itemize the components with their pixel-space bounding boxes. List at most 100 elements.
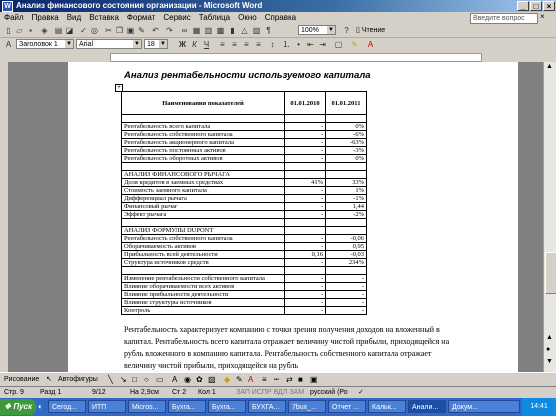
arrow-style-icon[interactable]: ⇄: [286, 373, 293, 387]
menu-view[interactable]: Вид: [63, 12, 85, 24]
task-button[interactable]: Бухга...: [208, 400, 246, 413]
print-icon[interactable]: ▤: [54, 26, 63, 35]
clipart-icon[interactable]: ✿: [196, 373, 203, 387]
task-button[interactable]: Сегод...: [48, 400, 86, 413]
help-icon[interactable]: ?: [342, 26, 351, 35]
menu-table[interactable]: Таблица: [195, 12, 234, 24]
vertical-scrollbar[interactable]: ▲ ▲ ● ▼: [543, 62, 556, 372]
redo-icon[interactable]: ↷: [165, 26, 174, 35]
document-map-icon[interactable]: ▧: [252, 26, 261, 35]
format-painter-icon[interactable]: ✎: [137, 26, 146, 35]
wordart-icon[interactable]: A: [172, 373, 177, 387]
line-icon[interactable]: ╲: [108, 373, 113, 387]
start-button[interactable]: ❖ Пуск: [0, 399, 36, 415]
draw-menu[interactable]: Рисование: [4, 373, 39, 387]
menu-window[interactable]: Окно: [234, 12, 261, 24]
task-button[interactable]: Бухга...: [168, 400, 206, 413]
line-spacing-icon[interactable]: ↕: [268, 40, 277, 49]
tables-borders-icon[interactable]: ▦: [192, 26, 201, 35]
increase-indent-icon[interactable]: ⇥: [318, 40, 327, 49]
scroll-thumb[interactable]: [545, 252, 556, 294]
open-icon[interactable]: ▱: [15, 26, 24, 35]
underline-icon[interactable]: Ч: [202, 40, 211, 49]
borders-icon[interactable]: ▢: [334, 40, 343, 49]
task-button[interactable]: Докум...: [448, 400, 520, 413]
task-button[interactable]: Micros...: [128, 400, 166, 413]
shadow-icon[interactable]: ■: [298, 373, 303, 387]
align-left-icon[interactable]: ≡: [218, 40, 227, 49]
line-color-icon[interactable]: ✎: [236, 373, 243, 387]
decrease-indent-icon[interactable]: ⇤: [306, 40, 315, 49]
undo-icon[interactable]: ↶: [151, 26, 160, 35]
justify-icon[interactable]: ≡: [254, 40, 263, 49]
font-size-select[interactable]: 18 ▼: [144, 39, 168, 49]
align-right-icon[interactable]: ≡: [242, 40, 251, 49]
font-color-icon[interactable]: A: [248, 373, 253, 387]
styles-pane-icon[interactable]: A: [4, 40, 13, 49]
vertical-ruler[interactable]: [0, 62, 8, 372]
italic-icon[interactable]: К: [190, 40, 199, 49]
task-button[interactable]: ИТП: [88, 400, 126, 413]
align-center-icon[interactable]: ≡: [230, 40, 239, 49]
permission-icon[interactable]: ◈: [40, 26, 49, 35]
task-button[interactable]: БУХГА...: [248, 400, 286, 413]
menu-insert[interactable]: Вставка: [85, 12, 123, 24]
menu-file[interactable]: Файл: [0, 12, 28, 24]
menu-tools[interactable]: Сервис: [159, 12, 194, 24]
highlight-icon[interactable]: ✎: [350, 40, 359, 49]
minimize-button[interactable]: _: [517, 1, 529, 11]
paste-icon[interactable]: ▣: [126, 26, 135, 35]
hyperlink-icon[interactable]: ∞: [180, 26, 189, 35]
menu-format[interactable]: Формат: [123, 12, 159, 24]
dash-style-icon[interactable]: ┅: [274, 373, 279, 387]
fill-color-icon[interactable]: ◆: [224, 373, 230, 387]
save-icon[interactable]: ▪: [26, 26, 35, 35]
next-page-icon[interactable]: ▼: [546, 358, 553, 365]
textbox-icon[interactable]: ▭: [156, 373, 164, 387]
bullets-icon[interactable]: •: [294, 40, 303, 49]
oval-icon[interactable]: ○: [144, 373, 149, 387]
numbering-icon[interactable]: ⒈: [282, 40, 291, 49]
clock[interactable]: 14:41: [530, 403, 548, 410]
columns-icon[interactable]: ▮: [228, 26, 237, 35]
font-select[interactable]: Arial ▼: [76, 39, 142, 49]
select-objects-icon[interactable]: ↖: [46, 373, 52, 387]
close-button[interactable]: ×: [543, 1, 555, 11]
line-style-icon[interactable]: ≡: [262, 373, 267, 387]
preview-icon[interactable]: ◪: [65, 26, 74, 35]
show-hide-icon[interactable]: ¶: [264, 26, 273, 35]
document-page[interactable]: Анализ рентабельности используемого капи…: [68, 62, 518, 372]
scroll-up-icon[interactable]: ▲: [546, 63, 553, 70]
style-select[interactable]: Заголовок 1 ▼: [16, 39, 74, 49]
help-search-input[interactable]: Введите вопрос: [470, 13, 538, 24]
cut-icon[interactable]: ✂: [104, 26, 113, 35]
task-button[interactable]: Кальк...: [368, 400, 406, 413]
zoom-select[interactable]: 100% ▼: [298, 25, 336, 35]
research-icon[interactable]: ◎: [90, 26, 99, 35]
copy-icon[interactable]: ❐: [115, 26, 124, 35]
arrow-icon[interactable]: ↘: [120, 373, 127, 387]
menu-edit[interactable]: Правка: [28, 12, 63, 24]
task-button[interactable]: Отчет ...: [328, 400, 366, 413]
insert-table-icon[interactable]: ▥: [204, 26, 213, 35]
autoshapes-menu[interactable]: Автофигуры: [58, 373, 98, 387]
rectangle-icon[interactable]: □: [132, 373, 137, 387]
maximize-button[interactable]: □: [530, 1, 542, 11]
spelling-icon[interactable]: ✓: [79, 26, 88, 35]
browse-object-icon[interactable]: ●: [546, 346, 550, 353]
horizontal-ruler[interactable]: [0, 51, 556, 62]
bold-icon[interactable]: Ж: [178, 40, 187, 49]
insert-excel-icon[interactable]: ▩: [216, 26, 225, 35]
diagram-icon[interactable]: ◉: [184, 373, 191, 387]
menu-help[interactable]: Справка: [261, 12, 300, 24]
reading-button[interactable]: ▯ Чтение: [356, 25, 385, 36]
task-button-active[interactable]: Анали...: [408, 400, 446, 413]
picture-icon[interactable]: ▨: [208, 373, 216, 387]
quicklaunch-icon[interactable]: ◐: [38, 402, 43, 411]
font-color-icon[interactable]: A: [366, 40, 375, 49]
new-doc-icon[interactable]: ▯: [4, 26, 13, 35]
close-doc-icon[interactable]: ×: [540, 12, 545, 21]
drawing-icon[interactable]: △: [240, 26, 249, 35]
finance-table[interactable]: Наименования показателей 01.01.2010 01.0…: [121, 91, 367, 315]
3d-icon[interactable]: ▣: [310, 373, 318, 387]
